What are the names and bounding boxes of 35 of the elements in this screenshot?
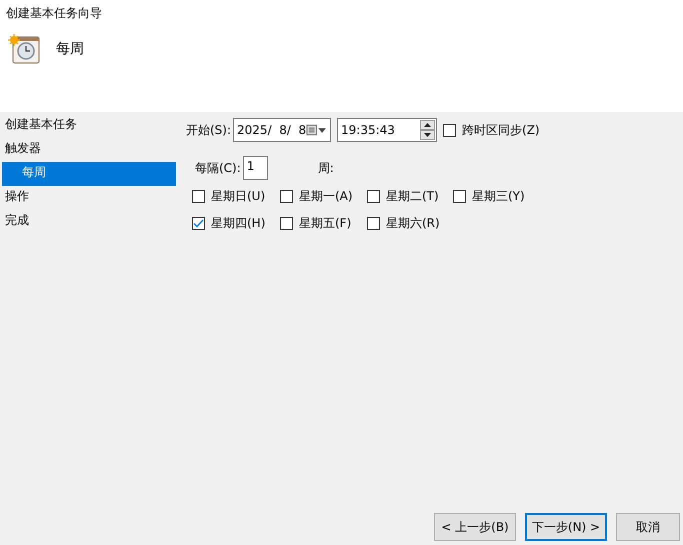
checkbox-label[interactable]: 星期六(R) xyxy=(386,215,440,232)
page-heading: 每周 xyxy=(56,40,84,58)
checkbox[interactable] xyxy=(367,217,380,230)
sidebar-item[interactable]: 触发器 xyxy=(0,138,176,162)
back-button[interactable]: < 上一步(B) xyxy=(434,513,516,541)
checkbox[interactable] xyxy=(192,190,205,203)
checkbox[interactable] xyxy=(443,124,456,136)
sidebar-item[interactable]: 每周 xyxy=(2,162,176,186)
checkbox[interactable] xyxy=(453,190,466,203)
window-title: 创建基本任务向导 xyxy=(6,5,103,22)
start-label: 开始(S): xyxy=(186,122,232,138)
checkbox-label[interactable]: 星期二(T) xyxy=(386,188,439,205)
checkbox-label[interactable]: 星期五(F) xyxy=(299,215,352,232)
checkbox[interactable] xyxy=(367,190,380,203)
date-picker[interactable]: 2025/ 8/ 8 xyxy=(233,118,332,142)
checkbox-label[interactable]: 星期日(U) xyxy=(211,188,266,205)
cancel-button[interactable]: 取消 xyxy=(616,513,680,541)
sidebar-item[interactable]: 完成 xyxy=(0,210,176,234)
spinner-icon[interactable] xyxy=(420,120,436,140)
interval-label: 每隔(C): xyxy=(195,160,241,176)
checkbox[interactable] xyxy=(192,217,205,230)
checkbox-label[interactable]: 星期三(Y) xyxy=(472,188,525,205)
sidebar-item[interactable]: 操作 xyxy=(0,186,176,210)
unit-label: 周: xyxy=(318,160,334,176)
sidebar-item[interactable]: 创建基本任务 xyxy=(0,114,176,138)
checkbox[interactable] xyxy=(280,190,293,203)
time-field[interactable]: 19:35:43 xyxy=(337,118,438,142)
next-button[interactable]: 下一步(N) > xyxy=(525,513,607,541)
checkbox-label[interactable]: 星期四(H) xyxy=(211,215,266,232)
interval-field[interactable]: 1 xyxy=(242,156,268,180)
checkbox-label[interactable]: 跨时区同步(Z) xyxy=(462,122,540,138)
checkbox[interactable] xyxy=(280,217,293,230)
calendar-dropdown-icon[interactable] xyxy=(306,124,328,136)
calendar-clock-icon xyxy=(8,34,40,64)
checkbox-label[interactable]: 星期一(A) xyxy=(299,188,353,205)
